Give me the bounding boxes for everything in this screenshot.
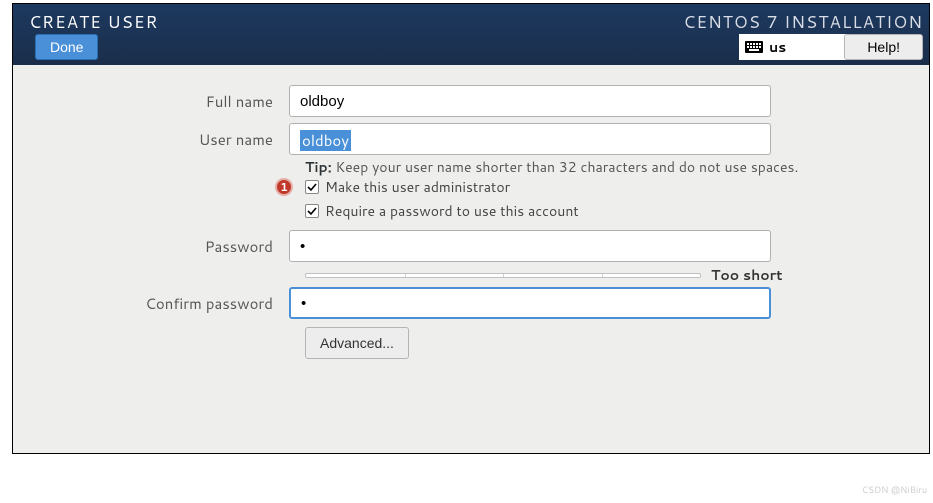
- keyboard-icon: [745, 41, 763, 53]
- confirm-password-label: Confirm password: [13, 293, 289, 314]
- create-user-form: Full name User name oldboy Tip: Keep you…: [13, 65, 929, 455]
- admin-checkbox[interactable]: [305, 180, 319, 194]
- require-password-checkbox-label: Require a password to use this account: [325, 201, 579, 221]
- advanced-button[interactable]: Advanced...: [305, 327, 409, 359]
- password-input[interactable]: [289, 230, 771, 262]
- admin-checkbox-label: Make this user administrator: [325, 177, 510, 197]
- user-name-label: User name: [13, 129, 289, 150]
- keyboard-layout-label: us: [769, 37, 786, 57]
- password-label: Password: [13, 236, 289, 257]
- full-name-label: Full name: [13, 91, 289, 112]
- done-button[interactable]: Done: [35, 34, 98, 60]
- user-name-input[interactable]: [289, 123, 771, 155]
- keyboard-indicator[interactable]: us: [739, 34, 849, 60]
- password-strength-text: Too short: [711, 265, 783, 285]
- full-name-input[interactable]: [289, 85, 771, 117]
- page-title: CREATE USER: [29, 10, 158, 34]
- confirm-password-input[interactable]: [289, 287, 771, 319]
- watermark: CSDN @NiBiru: [862, 483, 927, 496]
- header-bar: CREATE USER CENTOS 7 INSTALLATION Done u…: [13, 4, 929, 65]
- require-password-checkbox[interactable]: [305, 204, 319, 218]
- user-name-tip: Tip: Keep your user name shorter than 32…: [305, 157, 798, 177]
- help-button[interactable]: Help!: [844, 34, 923, 60]
- password-strength-bar: [305, 273, 701, 278]
- installer-title: CENTOS 7 INSTALLATION: [683, 10, 923, 34]
- annotation-badge-1: 1: [275, 178, 293, 196]
